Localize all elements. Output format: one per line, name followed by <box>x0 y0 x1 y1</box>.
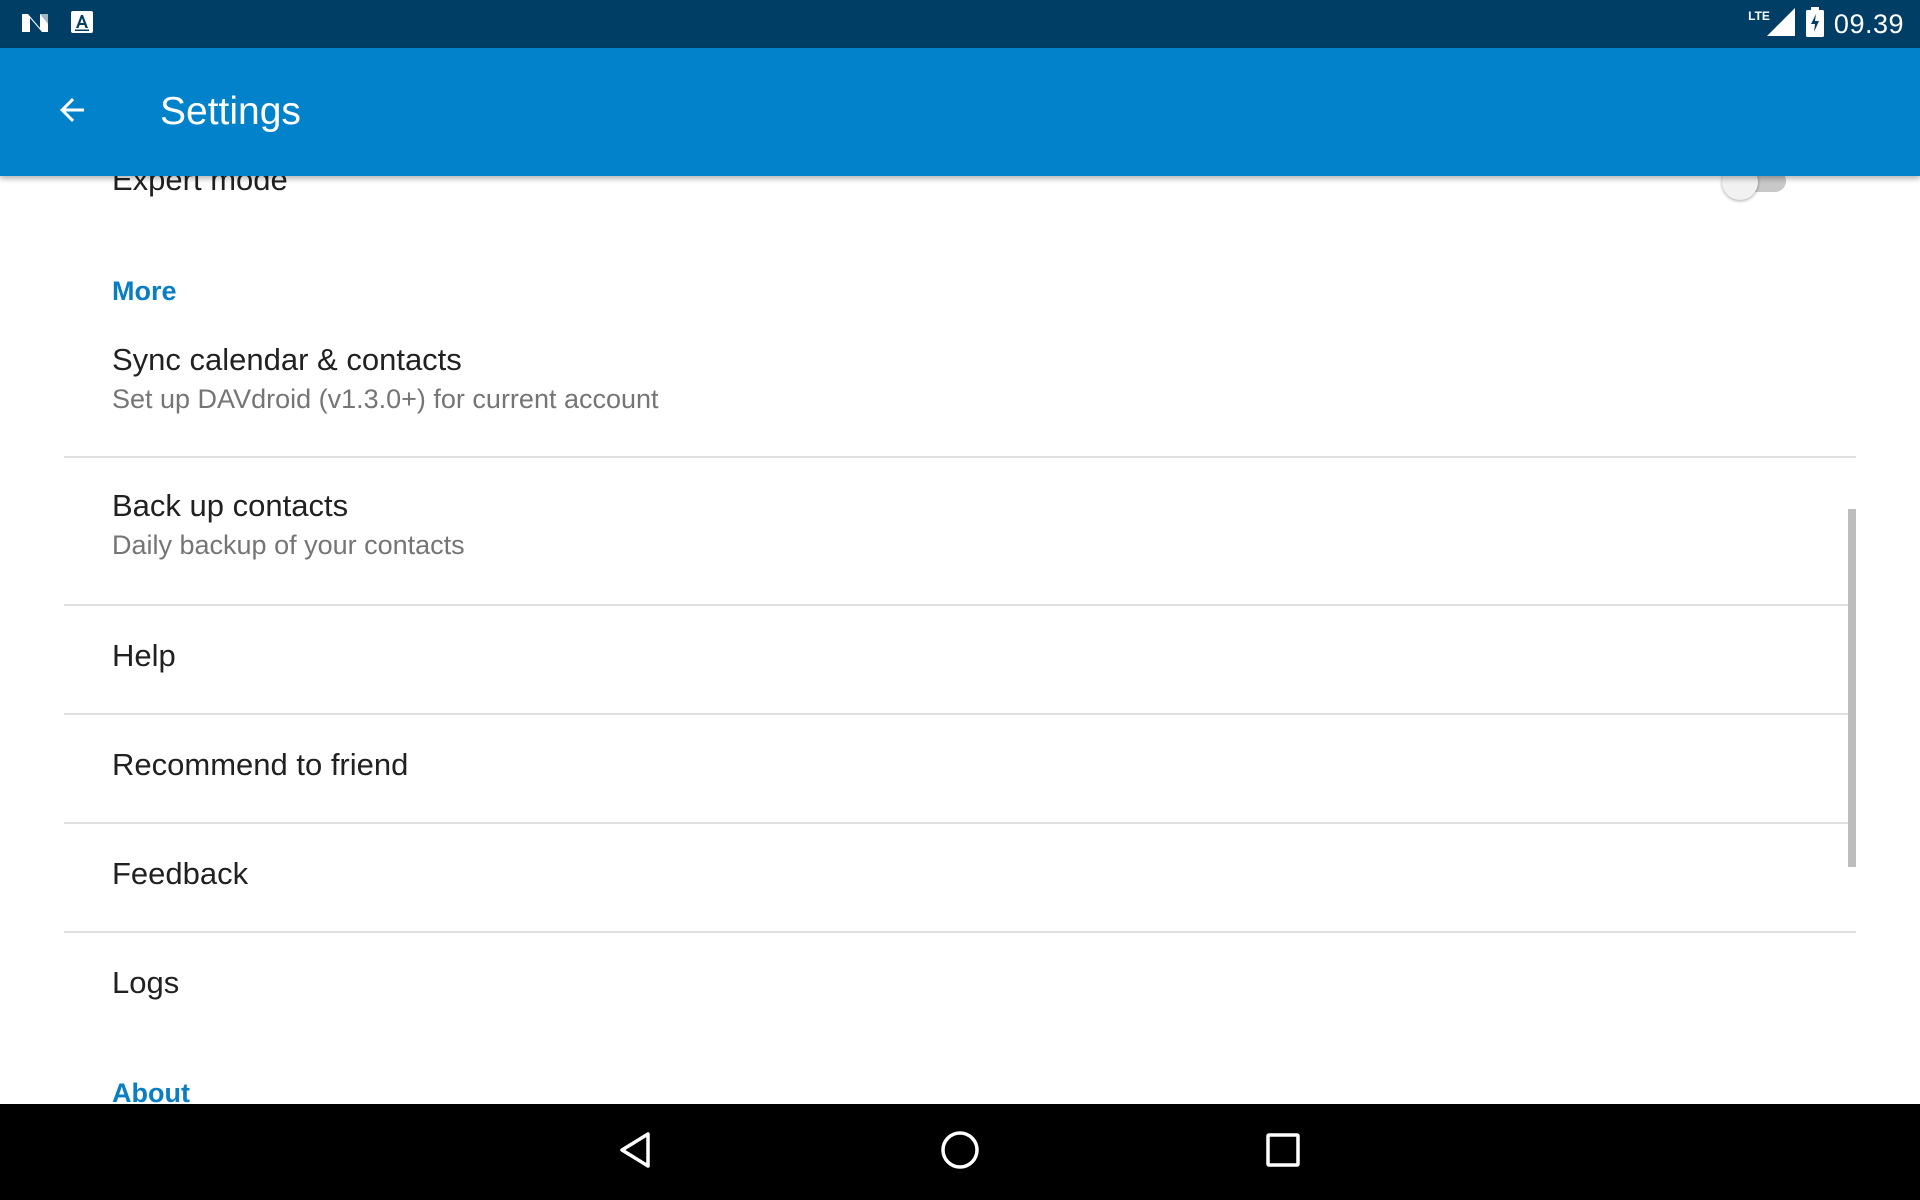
setting-title: Expert mode <box>112 176 288 197</box>
battery-charging-icon <box>1805 6 1824 42</box>
setting-title: Help <box>112 638 176 673</box>
setting-summary: Set up DAVdroid (v1.3.0+) for current ac… <box>112 384 659 414</box>
n-logo-icon <box>20 10 50 39</box>
notification-icons <box>20 10 94 38</box>
page-title: Settings <box>160 90 301 133</box>
category-more: More <box>112 276 177 306</box>
navigation-bar <box>0 1104 1920 1200</box>
setting-help[interactable]: Help <box>0 606 1920 713</box>
setting-title: Feedback <box>112 856 249 891</box>
status-bar: LTE 09.39 <box>0 0 1920 48</box>
setting-sync-calendar-contacts[interactable]: Sync calendar & contacts Set up DAVdroid… <box>0 332 1920 456</box>
setting-title: Recommend to friend <box>112 747 409 782</box>
settings-list: Expert mode More Sync calendar & contact… <box>0 176 1920 1104</box>
network-type-label: LTE <box>1748 9 1770 23</box>
toggle-thumb <box>1722 176 1758 200</box>
nav-back-icon <box>616 1130 656 1175</box>
signal-icon <box>1766 7 1796 42</box>
setting-back-up-contacts[interactable]: Back up contacts Daily backup of your co… <box>0 458 1920 604</box>
setting-recommend-to-friend[interactable]: Recommend to friend <box>0 715 1920 822</box>
setting-title: Logs <box>112 965 180 1000</box>
clock: 09.39 <box>1833 8 1904 39</box>
nav-recents-button[interactable] <box>1253 1122 1313 1182</box>
setting-feedback[interactable]: Feedback <box>0 824 1920 931</box>
back-button[interactable] <box>40 80 104 144</box>
nav-back-button[interactable] <box>606 1122 666 1182</box>
arrow-back-icon <box>54 92 90 133</box>
nav-recents-icon <box>1265 1132 1301 1173</box>
nav-home-icon <box>939 1129 981 1176</box>
settings-screen: LTE 09.39 Settings Expert mode More Sync… <box>0 0 1920 1200</box>
system-status: LTE 09.39 <box>1748 6 1904 42</box>
setting-title: Sync calendar & contacts <box>112 342 462 377</box>
setting-expert-mode[interactable]: Expert mode <box>0 176 1920 216</box>
setting-logs[interactable]: Logs <box>0 933 1920 1033</box>
setting-title: Back up contacts <box>112 488 349 523</box>
setting-summary: Daily backup of your contacts <box>112 530 465 560</box>
font-a-icon <box>70 10 94 39</box>
category-about: About <box>112 1078 190 1104</box>
nav-home-button[interactable] <box>930 1122 990 1182</box>
scrollbar[interactable] <box>1848 509 1856 867</box>
app-bar: Settings <box>0 48 1920 176</box>
